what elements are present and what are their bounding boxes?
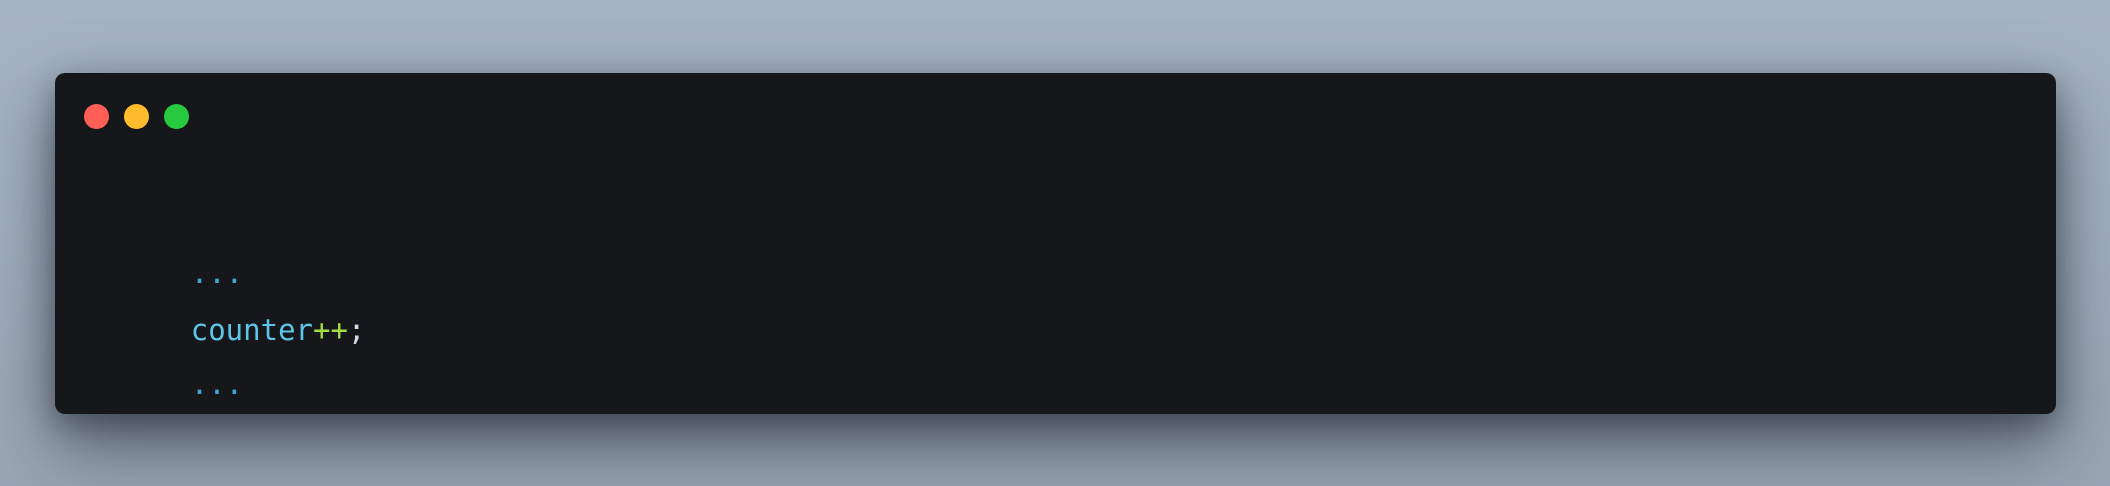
canvas-background: { "window": { "background": "#16171a", "… [0, 0, 2110, 486]
code-line-3: ... [86, 321, 243, 401]
operator-token: ++ [312, 313, 348, 347]
code-line-1: ... [86, 210, 243, 290]
semicolon-token: ; [347, 313, 366, 347]
maximize-button[interactable] [164, 104, 189, 129]
ellipsis-token: ... [190, 367, 244, 401]
code-window: ... counter++; ... [55, 73, 2056, 414]
code-line-2: counter++; [86, 267, 366, 347]
code-block: ... counter++; ... [86, 73, 366, 401]
